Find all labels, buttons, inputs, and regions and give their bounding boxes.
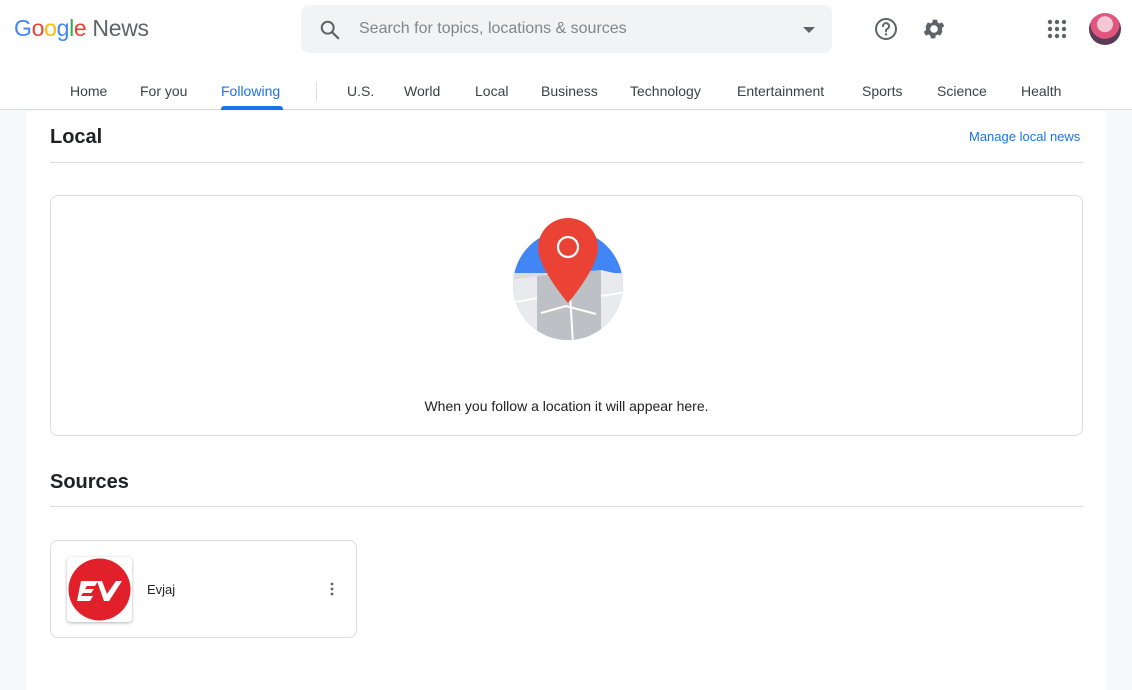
google-news-logo[interactable]: Google News (14, 15, 149, 42)
source-logo[interactable] (67, 557, 132, 622)
location-pin-map-icon (513, 218, 623, 340)
active-tab-indicator (221, 106, 283, 110)
tab-following[interactable]: Following (221, 83, 280, 99)
search-box[interactable] (301, 5, 832, 53)
help-icon[interactable] (873, 16, 899, 42)
section-divider (50, 162, 1083, 163)
local-empty-message: When you follow a location it will appea… (424, 398, 709, 414)
sources-section-title: Sources (50, 471, 129, 493)
section-tabs: Home For you Following U.S. World Local … (0, 70, 1132, 110)
logo-letter: G (14, 15, 32, 41)
tab-local[interactable]: Local (475, 83, 508, 99)
manage-local-news-link[interactable]: Manage local news (969, 129, 1080, 144)
section-divider (50, 506, 1083, 507)
gear-icon[interactable] (921, 16, 947, 42)
logo-letter: o (31, 15, 45, 41)
tab-health[interactable]: Health (1021, 83, 1061, 99)
tab-us[interactable]: U.S. (347, 83, 374, 99)
search-icon[interactable] (319, 19, 341, 41)
top-app-bar: GoogleNews Home For you Following U.S. W… (0, 0, 1132, 110)
logo-letter: g (56, 15, 70, 41)
nav-divider (316, 82, 317, 101)
tab-entertainment[interactable]: Entertainment (737, 83, 824, 99)
logo-letter: e (73, 15, 87, 41)
logo-letter: o (44, 15, 57, 41)
local-section-title: Local (50, 126, 103, 148)
logo-product-name: News (92, 15, 149, 41)
search-dropdown-caret-icon[interactable] (803, 27, 815, 33)
tab-for-you[interactable]: For you (140, 83, 187, 99)
search-input[interactable] (359, 17, 779, 41)
source-name: Evjaj (147, 582, 176, 597)
tab-sports[interactable]: Sports (862, 83, 902, 99)
source-card[interactable]: Evjaj (50, 540, 357, 638)
tab-technology[interactable]: Technology (630, 83, 701, 99)
tab-business[interactable]: Business (541, 83, 598, 99)
following-page-content: Local Manage local news When you follow … (26, 111, 1107, 690)
more-options-icon[interactable] (324, 580, 340, 598)
apps-grid-icon[interactable] (1044, 16, 1070, 42)
local-empty-state-card: When you follow a location it will appea… (50, 195, 1083, 436)
account-avatar[interactable] (1089, 13, 1121, 45)
evjaj-logo-icon (68, 558, 131, 621)
tab-home[interactable]: Home (70, 83, 107, 99)
tab-science[interactable]: Science (937, 83, 987, 99)
tab-world[interactable]: World (404, 83, 440, 99)
